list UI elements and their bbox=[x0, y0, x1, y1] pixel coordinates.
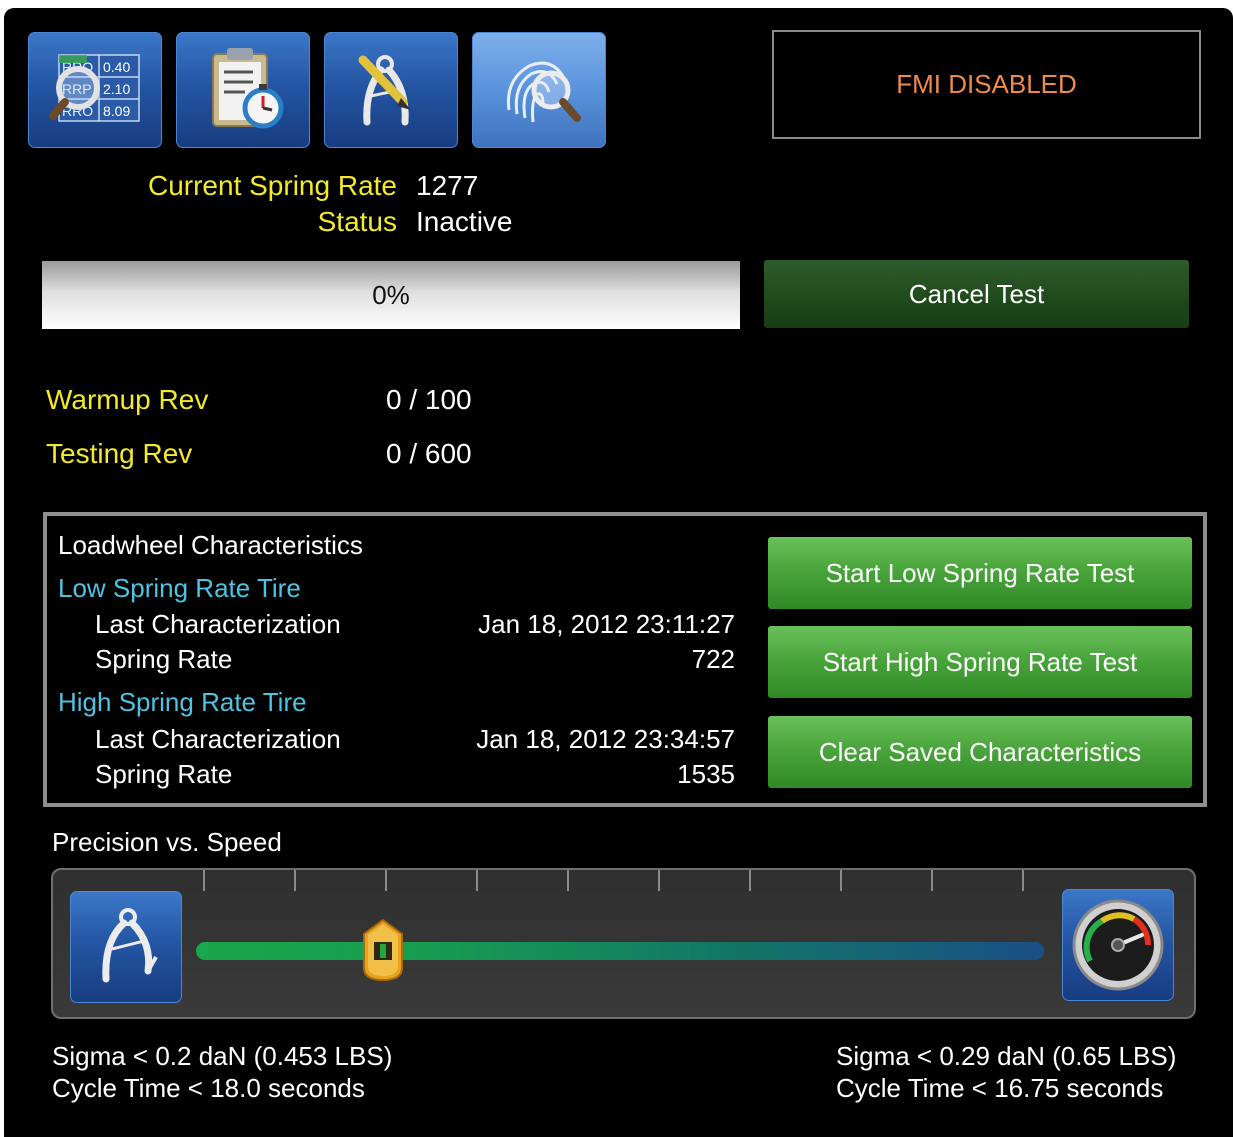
speedometer-icon bbox=[1072, 899, 1164, 991]
fingerprint-inspect-button[interactable] bbox=[472, 32, 606, 148]
precision-sigma-text: Sigma < 0.2 daN (0.453 LBS) bbox=[52, 1041, 393, 1071]
high-last-characterization-label: Last Characterization bbox=[95, 724, 341, 754]
timed-test-button[interactable] bbox=[176, 32, 310, 148]
low-last-characterization-label: Last Characterization bbox=[95, 609, 341, 639]
precision-speed-title: Precision vs. Speed bbox=[52, 827, 282, 857]
cancel-test-button[interactable]: Cancel Test bbox=[764, 260, 1189, 328]
slider-tick bbox=[1022, 870, 1024, 891]
results-view-button[interactable]: RRO RRP RRO 0.40 2.10 8.09 bbox=[28, 32, 162, 148]
warmup-rev-label: Warmup Rev bbox=[46, 384, 209, 415]
slider-tick bbox=[931, 870, 933, 891]
high-spring-rate-heading: High Spring Rate Tire bbox=[58, 687, 307, 717]
low-spring-rate-heading: Low Spring Rate Tire bbox=[58, 573, 301, 603]
precision-speed-slider-panel bbox=[51, 868, 1196, 1019]
slider-tick bbox=[567, 870, 569, 891]
caliper-icon bbox=[102, 908, 158, 983]
current-spring-rate-label: Current Spring Rate bbox=[147, 170, 397, 201]
slider-tick bbox=[658, 870, 660, 891]
speed-cycle-time-text: Cycle Time < 16.75 seconds bbox=[836, 1073, 1164, 1103]
clear-saved-characteristics-button[interactable]: Clear Saved Characteristics bbox=[768, 716, 1192, 788]
svg-text:0.40: 0.40 bbox=[103, 59, 130, 75]
low-spring-rate-label: Spring Rate bbox=[95, 644, 233, 674]
status-value: Inactive bbox=[416, 206, 513, 237]
testing-rev-label: Testing Rev bbox=[46, 438, 193, 469]
high-last-characterization-value: Jan 18, 2012 23:34:57 bbox=[476, 724, 735, 754]
svg-text:2.10: 2.10 bbox=[103, 81, 130, 97]
precision-speed-slider-thumb[interactable] bbox=[360, 918, 406, 982]
start-high-spring-rate-test-button[interactable]: Start High Spring Rate Test bbox=[768, 626, 1192, 698]
slider-tick bbox=[385, 870, 387, 891]
start-low-spring-rate-test-button[interactable]: Start Low Spring Rate Test bbox=[768, 537, 1192, 609]
test-progress-bar: 0% bbox=[42, 261, 740, 329]
current-spring-rate-value: 1277 bbox=[416, 170, 479, 201]
testing-rev-value: 0 / 600 bbox=[386, 438, 472, 469]
speed-sigma-text: Sigma < 0.29 daN (0.65 LBS) bbox=[836, 1041, 1177, 1071]
low-spring-rate-value: 722 bbox=[691, 644, 735, 674]
cancel-test-label: Cancel Test bbox=[908, 278, 1045, 309]
svg-text:8.09: 8.09 bbox=[103, 103, 130, 119]
low-last-characterization-value: Jan 18, 2012 23:11:27 bbox=[478, 609, 735, 639]
fmi-status-text: FMI DISABLED bbox=[896, 69, 1077, 99]
start-high-test-label: Start High Spring Rate Test bbox=[822, 646, 1138, 677]
precision-speed-track[interactable] bbox=[196, 942, 1044, 960]
progress-text: 0% bbox=[372, 279, 410, 310]
fingerprint-magnifier-icon bbox=[506, 61, 581, 123]
precision-cycle-time-text: Cycle Time < 18.0 seconds bbox=[52, 1073, 365, 1103]
high-spring-rate-value: 1535 bbox=[677, 759, 735, 789]
screen: RRO RRP RRO 0.40 2.10 8.09 bbox=[4, 8, 1233, 1137]
status-label: Status bbox=[317, 206, 397, 237]
results-table-icon: RRO RRP RRO 0.40 2.10 8.09 bbox=[49, 54, 140, 122]
clear-characteristics-label: Clear Saved Characteristics bbox=[818, 736, 1142, 767]
slider-tick bbox=[294, 870, 296, 891]
clipboard-stopwatch-icon bbox=[212, 48, 284, 129]
slider-tick bbox=[203, 870, 205, 891]
speed-mode-button[interactable] bbox=[1062, 889, 1174, 1001]
warmup-rev-value: 0 / 100 bbox=[386, 384, 472, 415]
loadwheel-characteristics-panel: Loadwheel Characteristics Low Spring Rat… bbox=[43, 512, 1207, 807]
caliper-pencil-icon bbox=[358, 55, 411, 126]
calibration-button[interactable] bbox=[324, 32, 458, 148]
slider-tick bbox=[476, 870, 478, 891]
fmi-status-box: FMI DISABLED bbox=[772, 30, 1201, 139]
precision-mode-button[interactable] bbox=[70, 891, 182, 1003]
slider-tick bbox=[749, 870, 751, 891]
high-spring-rate-label: Spring Rate bbox=[95, 759, 233, 789]
characteristics-title: Loadwheel Characteristics bbox=[58, 530, 363, 560]
start-low-test-label: Start Low Spring Rate Test bbox=[825, 557, 1135, 588]
slider-tick bbox=[840, 870, 842, 891]
